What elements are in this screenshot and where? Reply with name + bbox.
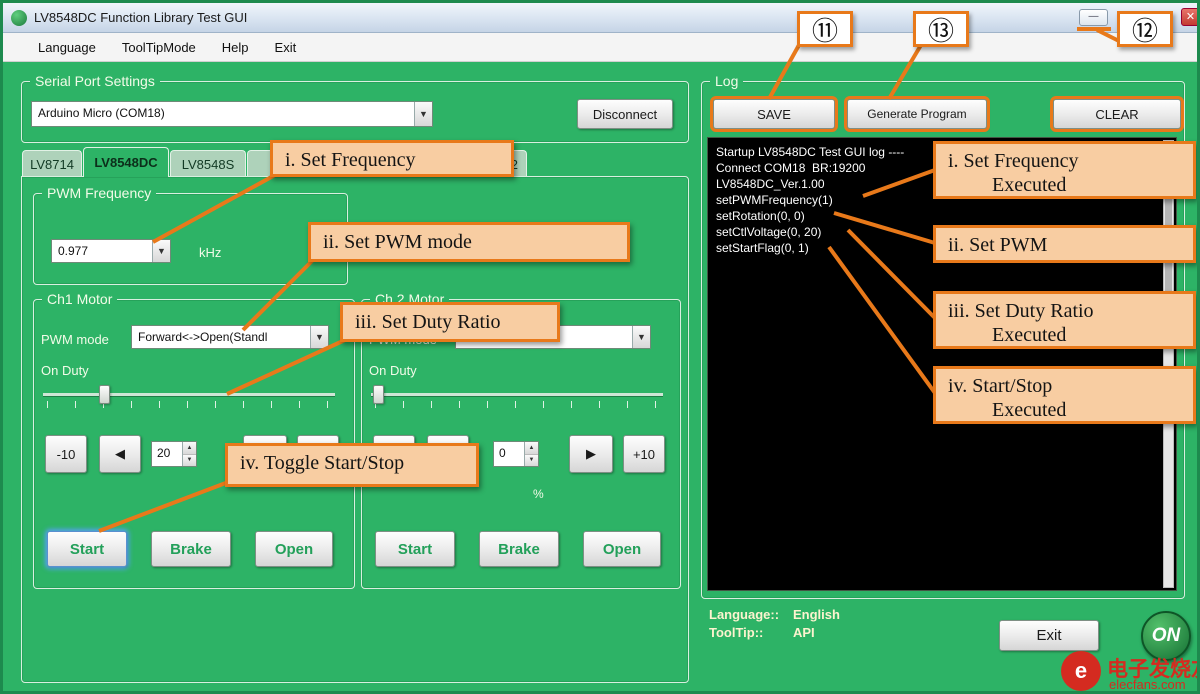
serial-port-value: Arduino Micro (COM18) xyxy=(32,102,414,126)
callout-line2: Executed xyxy=(992,398,1185,422)
ch2-slider-handle[interactable] xyxy=(373,385,384,404)
ch1-brake-button[interactable]: Brake xyxy=(151,531,231,567)
ch1-decrement-arrow-button[interactable]: ◀ xyxy=(99,435,141,473)
annotation-badge-11: ⑪ xyxy=(797,11,853,47)
chevron-down-icon[interactable]: ▼ xyxy=(152,240,170,262)
spin-down-icon[interactable]: ▼ xyxy=(183,455,196,467)
callout-startstop-executed: iv. Start/Stop Executed xyxy=(933,366,1196,424)
app-window: LV8548DC Function Library Test GUI — ✕ L… xyxy=(0,0,1200,694)
clear-button[interactable]: CLEAR xyxy=(1053,99,1181,129)
callout-line1: i. Set Frequency xyxy=(948,149,1185,173)
ch1-on-duty-label: On Duty xyxy=(41,363,89,378)
chevron-down-icon[interactable]: ▼ xyxy=(632,326,650,348)
slider-ticks xyxy=(375,401,661,408)
slider-ticks xyxy=(47,401,333,408)
spin-down-icon[interactable]: ▼ xyxy=(525,455,538,467)
callout-set-pwm: ii. Set PWM xyxy=(933,225,1196,263)
ch1-duty-spinner[interactable]: 20 ▲ ▼ xyxy=(151,441,197,467)
pwm-frequency-select[interactable]: 0.977 ▼ xyxy=(51,239,171,263)
callout-set-duty-ratio: iii. Set Duty Ratio xyxy=(340,302,560,342)
ch1-motor-group-title: Ch1 Motor xyxy=(42,291,117,307)
ch1-pwm-mode-value: Forward<->Open(Standl xyxy=(132,326,310,348)
ch1-open-button[interactable]: Open xyxy=(255,531,333,567)
ch2-open-button[interactable]: Open xyxy=(583,531,661,567)
callout-line2: Executed xyxy=(992,323,1185,347)
language-status-label: Language:: xyxy=(709,607,779,622)
watermark-logo-icon: e xyxy=(1061,651,1101,691)
pwm-frequency-group-title: PWM Frequency xyxy=(42,185,156,201)
log-line: setRotation(0, 0) xyxy=(716,208,1168,224)
annotation-badge-13: ⑬ xyxy=(913,11,969,47)
ch1-duty-slider[interactable] xyxy=(43,381,335,411)
menu-exit[interactable]: Exit xyxy=(262,35,310,60)
callout-set-frequency: i. Set Frequency xyxy=(270,140,514,177)
ch2-duty-spinner[interactable]: 0 ▲ ▼ xyxy=(493,441,539,467)
tooltip-status-value: API xyxy=(793,625,815,640)
ch2-duty-input[interactable]: 0 xyxy=(494,442,524,466)
chevron-down-icon[interactable]: ▼ xyxy=(414,102,432,126)
tooltip-status-label: ToolTip:: xyxy=(709,625,763,640)
ch2-on-duty-label: On Duty xyxy=(369,363,417,378)
ch2-increment-arrow-button[interactable]: ▶ xyxy=(569,435,613,473)
generate-program-button[interactable]: Generate Program xyxy=(847,99,987,129)
ch2-duty-slider[interactable] xyxy=(371,381,663,411)
window-title: LV8548DC Function Library Test GUI xyxy=(34,10,247,25)
log-group-title: Log xyxy=(710,73,743,89)
chevron-down-icon[interactable]: ▼ xyxy=(310,326,328,348)
menu-tooltipmode[interactable]: ToolTipMode xyxy=(109,35,209,60)
spin-up-icon[interactable]: ▲ xyxy=(525,442,538,455)
ch2-start-button[interactable]: Start xyxy=(375,531,455,567)
log-console[interactable]: Startup LV8548DC Test GUI log ---- Conne… xyxy=(707,137,1177,591)
spinner-buttons: ▲ ▼ xyxy=(182,442,196,466)
watermark-site: elecfans.com xyxy=(1109,677,1186,692)
ch2-brake-button[interactable]: Brake xyxy=(479,531,559,567)
app-icon xyxy=(11,10,27,26)
disconnect-button[interactable]: Disconnect xyxy=(577,99,673,129)
ch1-duty-input[interactable]: 20 xyxy=(152,442,182,466)
annotation-badge-12: ⑫ xyxy=(1117,11,1173,47)
callout-line1: ii. Set PWM xyxy=(948,233,1185,257)
menu-help[interactable]: Help xyxy=(209,35,262,60)
ch1-pwm-mode-label: PWM mode xyxy=(41,332,109,347)
callout-frequency-executed: i. Set Frequency Executed xyxy=(933,141,1196,199)
title-bar: LV8548DC Function Library Test GUI xyxy=(3,3,1197,33)
tab-lv8548dc[interactable]: LV8548DC xyxy=(83,147,169,177)
slider-track[interactable] xyxy=(371,393,663,396)
callout-line1: iii. Set Duty Ratio xyxy=(948,299,1185,323)
save-button[interactable]: SAVE xyxy=(713,99,835,129)
close-button[interactable]: ✕ xyxy=(1181,8,1200,26)
ch2-plus10-button[interactable]: +10 xyxy=(623,435,665,473)
callout-line1: iv. Start/Stop xyxy=(948,374,1185,398)
minimize-button[interactable]: — xyxy=(1079,9,1108,26)
khz-unit-label: kHz xyxy=(199,245,221,260)
tab-lv8714[interactable]: LV8714 xyxy=(22,150,82,177)
callout-set-pwm-mode: ii. Set PWM mode xyxy=(308,222,630,262)
ch1-start-button[interactable]: Start xyxy=(47,531,127,567)
serial-port-select[interactable]: Arduino Micro (COM18) ▼ xyxy=(31,101,433,127)
ch1-slider-handle[interactable] xyxy=(99,385,110,404)
spinner-buttons: ▲ ▼ xyxy=(524,442,538,466)
exit-button[interactable]: Exit xyxy=(999,620,1099,651)
menu-language[interactable]: Language xyxy=(25,35,109,60)
slider-track[interactable] xyxy=(43,393,335,396)
log-scrollbar[interactable] xyxy=(1163,140,1174,588)
ch1-pwm-mode-select[interactable]: Forward<->Open(Standl ▼ xyxy=(131,325,329,349)
tab-lv8548s[interactable]: LV8548S xyxy=(170,150,246,177)
callout-duty-executed: iii. Set Duty Ratio Executed xyxy=(933,291,1196,349)
callout-line2: Executed xyxy=(992,173,1185,197)
spin-up-icon[interactable]: ▲ xyxy=(183,442,196,455)
ch1-minus10-button[interactable]: -10 xyxy=(45,435,87,473)
language-status-value: English xyxy=(793,607,840,622)
serial-port-group-title: Serial Port Settings xyxy=(30,73,160,89)
menu-bar: Language ToolTipMode Help Exit xyxy=(3,33,1197,62)
pwm-frequency-value: 0.977 xyxy=(52,240,152,262)
callout-toggle-start-stop: iv. Toggle Start/Stop xyxy=(225,443,479,487)
ch2-percent-label: % xyxy=(533,487,544,501)
